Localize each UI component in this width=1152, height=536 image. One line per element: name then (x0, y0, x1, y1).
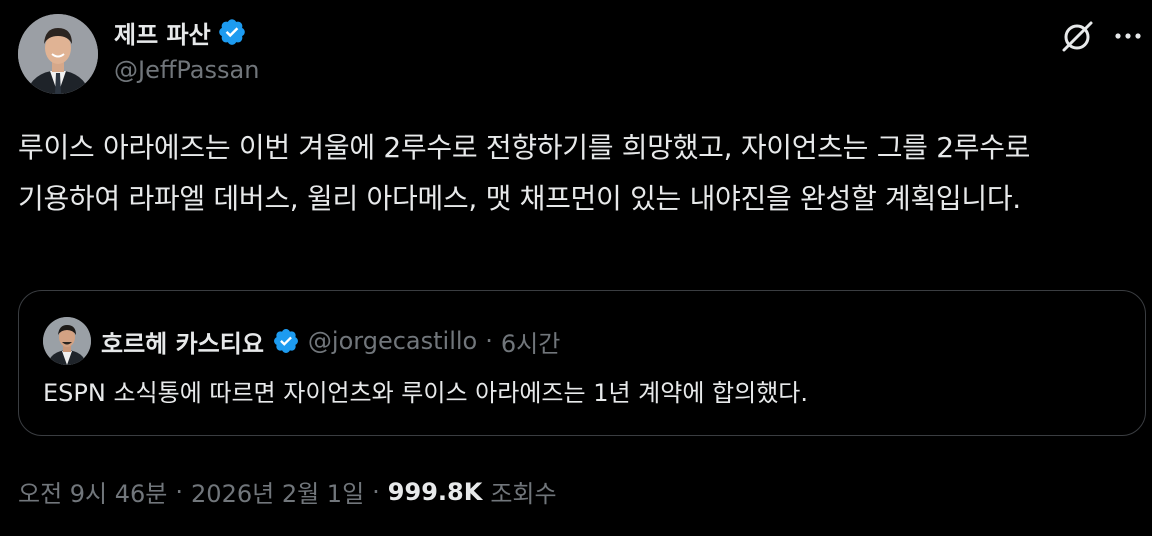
quote-timestamp[interactable]: 6시간 (501, 324, 560, 359)
quote-author-handle[interactable]: @jorgecastillo (308, 327, 477, 355)
tweet: 제프 파산 @JeffPassan 루이스 아라에즈는 이번 겨울에 2루수로 … (0, 0, 1152, 536)
grok-icon[interactable] (1058, 16, 1098, 56)
quote-text: ESPN 소식통에 따르면 자이언츠와 루이스 아라에즈는 1년 계약에 합의했… (43, 379, 808, 407)
author-avatar[interactable] (18, 14, 98, 94)
verified-badge-icon[interactable] (217, 17, 247, 47)
views-count[interactable]: 999.8K (388, 478, 483, 506)
tweet-date[interactable]: 2026년 2월 1일 (191, 474, 364, 509)
tweet-meta: 오전 9시 46분 · 2026년 2월 1일 · 999.8K 조회수 (18, 474, 557, 509)
separator-dot: · (485, 327, 493, 355)
quote-author-name[interactable]: 호르헤 카스티요 (101, 324, 264, 359)
tweet-time[interactable]: 오전 9시 46분 (18, 474, 167, 509)
author-name-row: 제프 파산 (114, 14, 247, 50)
separator-dot: · (372, 477, 380, 506)
separator-dot: · (175, 477, 184, 506)
quote-header: 호르헤 카스티요 @jorgecastillo · 6시간 (101, 321, 560, 361)
author-handle[interactable]: @JeffPassan (114, 56, 259, 84)
quote-author-avatar[interactable] (43, 317, 91, 365)
author-name[interactable]: 제프 파산 (114, 15, 211, 50)
verified-badge-icon (272, 327, 300, 355)
more-options-icon[interactable] (1110, 18, 1146, 54)
quoted-tweet-card[interactable]: 호르헤 카스티요 @jorgecastillo · 6시간 ESPN 소식통에 … (18, 290, 1146, 436)
tweet-text: 루이스 아라에즈는 이번 겨울에 2루수로 전향하기를 희망했고, 자이언츠는 … (18, 131, 1031, 215)
views-label: 조회수 (490, 480, 557, 508)
